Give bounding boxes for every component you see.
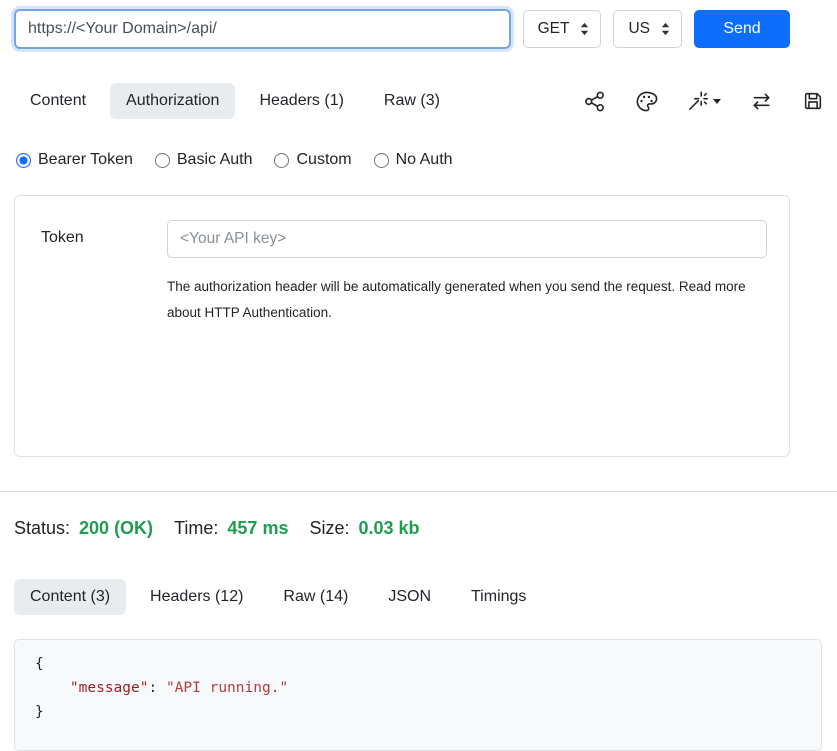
status-bar: Status: 200 (OK) Time: 457 ms Size: 0.03…: [0, 492, 837, 539]
time-label: Time:: [174, 518, 218, 539]
tab-response-headers[interactable]: Headers (12): [134, 579, 259, 615]
token-label: Token: [41, 220, 167, 456]
auth-option-bearer-token[interactable]: Bearer Token: [16, 151, 133, 169]
json-key: "message": [70, 680, 149, 696]
tab-headers[interactable]: Headers (1): [243, 83, 359, 119]
auth-option-label: Basic Auth: [177, 151, 253, 169]
radio-checked-icon: [16, 153, 31, 168]
size-label: Size:: [309, 518, 349, 539]
auth-option-no-auth[interactable]: No Auth: [374, 151, 453, 169]
region-select-value: US: [628, 20, 650, 38]
time-value: 457 ms: [227, 518, 288, 539]
auth-type-group: Bearer Token Basic Auth Custom No Auth: [16, 151, 823, 169]
json-line: "message": "API running.": [35, 680, 288, 696]
status-code: Status: 200 (OK): [14, 518, 153, 539]
token-field-column: The authorization header will be automat…: [167, 220, 767, 456]
share-icon: [583, 90, 606, 113]
tab-content[interactable]: Content: [14, 83, 102, 119]
tab-response-raw[interactable]: Raw (14): [267, 579, 364, 615]
json-open-brace: {: [35, 656, 44, 672]
json-string-value: "API running.": [166, 680, 288, 696]
json-close-brace: }: [35, 704, 44, 720]
region-select[interactable]: US: [613, 10, 682, 48]
auth-option-basic-auth[interactable]: Basic Auth: [155, 151, 253, 169]
api-client-page: GET US Send Content Authorization Header…: [0, 0, 837, 751]
auth-option-label: Custom: [296, 151, 351, 169]
tab-authorization[interactable]: Authorization: [110, 83, 235, 119]
send-button[interactable]: Send: [694, 10, 790, 48]
swap-arrows-icon: [750, 90, 773, 113]
status-label: Status:: [14, 518, 70, 539]
json-separator: :: [148, 680, 165, 696]
theme-button[interactable]: [635, 90, 658, 113]
radio-unchecked-icon: [374, 153, 389, 168]
request-tabs: Content Authorization Headers (1) Raw (3…: [14, 83, 824, 119]
auth-option-label: Bearer Token: [38, 151, 133, 169]
token-input[interactable]: [167, 220, 767, 258]
magic-wand-dropdown[interactable]: [687, 90, 721, 112]
response-tabs: Content (3) Headers (12) Raw (14) JSON T…: [14, 579, 824, 615]
save-icon: [802, 90, 824, 112]
updown-arrows-icon: [580, 22, 589, 36]
swap-button[interactable]: [750, 90, 773, 113]
tab-response-timings[interactable]: Timings: [455, 579, 542, 615]
status-value: 200 (OK): [79, 518, 153, 539]
size-value: 0.03 kb: [359, 518, 420, 539]
response-json-code: { "message": "API running." }: [35, 652, 801, 724]
magic-wand-icon: [687, 90, 709, 112]
response-body-panel: { "message": "API running." }: [14, 639, 822, 751]
share-button[interactable]: [583, 90, 606, 113]
token-panel: Token The authorization header will be a…: [14, 195, 790, 457]
url-input[interactable]: [14, 9, 511, 49]
response-size: Size: 0.03 kb: [309, 518, 419, 539]
method-select-value: GET: [538, 20, 570, 38]
radio-unchecked-icon: [155, 153, 170, 168]
request-bar: GET US Send: [0, 0, 837, 49]
save-button[interactable]: [802, 90, 824, 112]
method-select[interactable]: GET: [523, 10, 602, 48]
tab-response-json[interactable]: JSON: [372, 579, 447, 615]
chevron-down-icon: [713, 99, 721, 104]
response-time: Time: 457 ms: [174, 518, 288, 539]
tab-response-content[interactable]: Content (3): [14, 579, 126, 615]
auth-option-custom[interactable]: Custom: [274, 151, 351, 169]
request-toolbar: [583, 90, 824, 113]
palette-icon: [635, 90, 658, 113]
token-help-text: The authorization header will be automat…: [167, 274, 767, 325]
updown-arrows-icon: [661, 22, 670, 36]
auth-option-label: No Auth: [396, 151, 453, 169]
radio-unchecked-icon: [274, 153, 289, 168]
tab-raw[interactable]: Raw (3): [368, 83, 456, 119]
